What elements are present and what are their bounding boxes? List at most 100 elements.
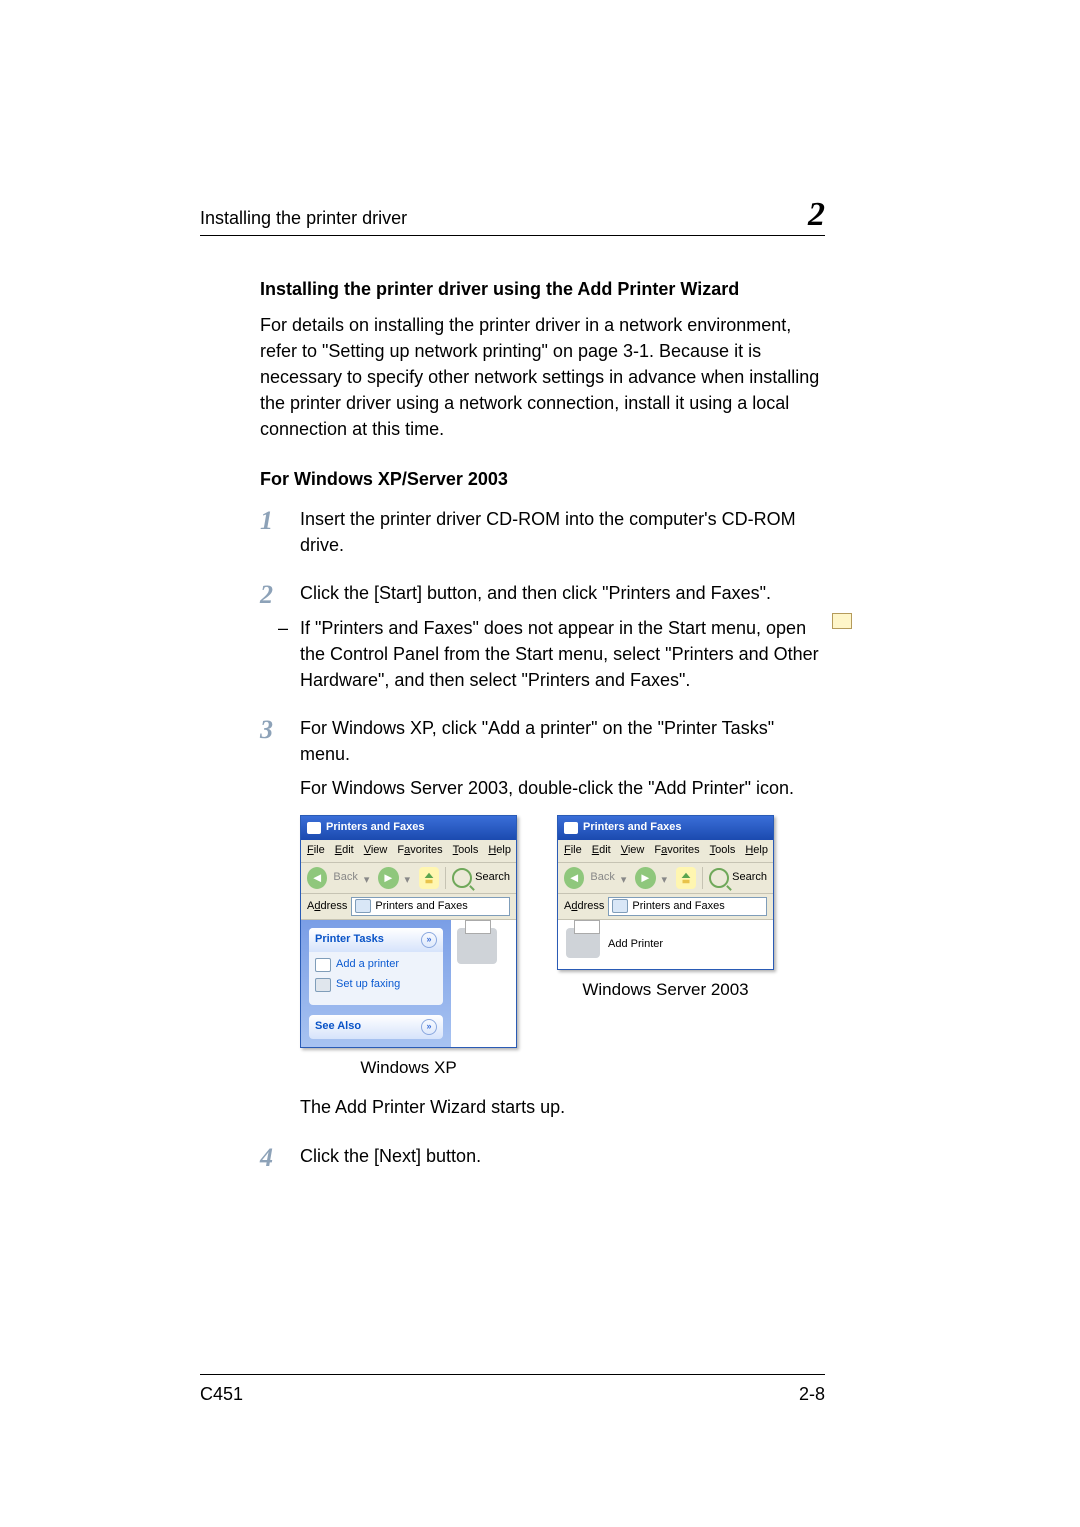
screenshot-caption: Windows Server 2003 bbox=[582, 978, 748, 1003]
see-also-header[interactable]: See Also » bbox=[309, 1015, 443, 1039]
separator bbox=[445, 867, 446, 889]
step-text-line1: For Windows XP, click "Add a printer" on… bbox=[300, 715, 825, 767]
address-bar: Address Printers and Faxes bbox=[558, 894, 773, 920]
dropdown-icon[interactable]: ▾ bbox=[364, 873, 372, 882]
step-text: Insert the printer driver CD-ROM into th… bbox=[300, 506, 825, 558]
expand-icon[interactable]: » bbox=[421, 1019, 437, 1035]
add-printer-link[interactable]: Add a printer bbox=[315, 957, 437, 973]
step-1: 1 Insert the printer driver CD-ROM into … bbox=[260, 506, 825, 566]
printer-icon bbox=[315, 958, 331, 972]
step-number: 3 bbox=[260, 717, 300, 743]
step-4: 4 Click the [Next] button. bbox=[260, 1143, 825, 1177]
setup-faxing-link[interactable]: Set up faxing bbox=[315, 977, 437, 993]
address-field[interactable]: Printers and Faxes bbox=[351, 897, 510, 916]
folder-icon bbox=[612, 899, 628, 913]
window-content: Add Printer bbox=[558, 920, 773, 969]
menu-bar: File Edit View Favorites Tools Help bbox=[558, 840, 773, 863]
tasks-pane: Printer Tasks » Add a printer bbox=[301, 920, 451, 1047]
menu-tools[interactable]: Tools bbox=[710, 843, 736, 859]
page-footer: C451 2-8 bbox=[200, 1374, 825, 1407]
search-button[interactable]: Search bbox=[709, 868, 767, 888]
see-also-box: See Also » bbox=[309, 1015, 443, 1039]
menu-view[interactable]: View bbox=[621, 843, 645, 859]
toolbar: ◄ Back ▾ ► ▾ Search bbox=[301, 863, 516, 894]
step-number: 1 bbox=[260, 508, 300, 534]
collapse-icon[interactable]: » bbox=[421, 932, 437, 948]
menu-edit[interactable]: Edit bbox=[335, 843, 354, 859]
add-printer-item[interactable]: Add Printer bbox=[566, 928, 663, 961]
screenshot-caption: Windows XP bbox=[360, 1056, 456, 1081]
step-text-line2: For Windows Server 2003, double-click th… bbox=[300, 775, 825, 801]
back-label[interactable]: Back bbox=[333, 870, 357, 886]
toolbar: ◄ Back ▾ ► ▾ Search bbox=[558, 863, 773, 894]
footer-page: 2-8 bbox=[799, 1381, 825, 1407]
printer-tasks-header[interactable]: Printer Tasks » bbox=[309, 928, 443, 952]
separator bbox=[702, 867, 703, 889]
step-text: Click the [Start] button, and then click… bbox=[300, 580, 825, 606]
forward-icon[interactable]: ► bbox=[378, 867, 398, 889]
menu-favorites[interactable]: Favorites bbox=[654, 843, 699, 859]
search-button[interactable]: Search bbox=[452, 868, 510, 888]
printer-icon bbox=[307, 822, 321, 834]
step-3: 3 For Windows XP, click "Add a printer" … bbox=[260, 715, 825, 1129]
back-label[interactable]: Back bbox=[590, 870, 614, 886]
folders-icon[interactable] bbox=[832, 613, 852, 629]
main-pane bbox=[451, 920, 516, 996]
address-bar: Address Printers and Faxes bbox=[301, 894, 516, 920]
xp-titlebar: Printers and Faxes bbox=[301, 816, 516, 840]
printer-tasks-box: Printer Tasks » Add a printer bbox=[309, 928, 443, 1005]
step-2: 2 Click the [Start] button, and then cli… bbox=[260, 580, 825, 700]
menu-file[interactable]: File bbox=[564, 843, 582, 859]
step-number: 2 bbox=[260, 582, 300, 608]
address-value: Printers and Faxes bbox=[632, 899, 724, 915]
fax-icon bbox=[315, 978, 331, 992]
step-note: –If "Printers and Faxes" does not appear… bbox=[300, 615, 825, 693]
up-icon[interactable] bbox=[676, 867, 696, 889]
intro-paragraph: For details on installing the printer dr… bbox=[260, 312, 825, 442]
step-note-text: If "Printers and Faxes" does not appear … bbox=[300, 618, 819, 690]
step-after-text: The Add Printer Wizard starts up. bbox=[300, 1094, 825, 1120]
printer-icon bbox=[566, 928, 600, 958]
footer-model: C451 bbox=[200, 1381, 243, 1407]
address-value: Printers and Faxes bbox=[375, 899, 467, 915]
menu-help[interactable]: Help bbox=[488, 843, 511, 859]
dropdown-icon[interactable]: ▾ bbox=[621, 873, 629, 882]
header-title: Installing the printer driver bbox=[200, 205, 407, 231]
search-label: Search bbox=[475, 870, 510, 886]
dropdown-icon[interactable]: ▾ bbox=[405, 873, 413, 882]
folder-icon bbox=[355, 899, 371, 913]
see-also-label: See Also bbox=[315, 1019, 361, 1035]
subsection-title: For Windows XP/Server 2003 bbox=[260, 466, 825, 492]
dropdown-icon[interactable]: ▾ bbox=[662, 873, 670, 882]
printer-icon[interactable] bbox=[457, 928, 497, 964]
window-title: Printers and Faxes bbox=[583, 820, 681, 836]
menu-favorites[interactable]: Favorites bbox=[397, 843, 442, 859]
menu-tools[interactable]: Tools bbox=[453, 843, 479, 859]
forward-icon[interactable]: ► bbox=[635, 867, 655, 889]
screenshot-row: Printers and Faxes File Edit View Favori… bbox=[300, 815, 825, 1080]
address-field[interactable]: Printers and Faxes bbox=[608, 897, 767, 916]
setup-faxing-label: Set up faxing bbox=[336, 977, 400, 993]
up-icon[interactable] bbox=[419, 867, 439, 889]
step-number: 4 bbox=[260, 1145, 300, 1171]
window-title: Printers and Faxes bbox=[326, 820, 424, 836]
menu-view[interactable]: View bbox=[364, 843, 388, 859]
add-printer-label: Add a printer bbox=[336, 957, 399, 973]
back-icon[interactable]: ◄ bbox=[307, 867, 327, 889]
window-content: Printer Tasks » Add a printer bbox=[301, 920, 516, 1047]
steps-list: 1 Insert the printer driver CD-ROM into … bbox=[260, 506, 825, 1176]
menu-bar: File Edit View Favorites Tools Help bbox=[301, 840, 516, 863]
menu-file[interactable]: File bbox=[307, 843, 325, 859]
back-icon[interactable]: ◄ bbox=[564, 867, 584, 889]
search-label: Search bbox=[732, 870, 767, 886]
add-printer-label: Add Printer bbox=[608, 937, 663, 953]
menu-edit[interactable]: Edit bbox=[592, 843, 611, 859]
page-header: Installing the printer driver 2 bbox=[200, 200, 825, 236]
screenshot-xp: Printers and Faxes File Edit View Favori… bbox=[300, 815, 517, 1080]
section-title: Installing the printer driver using the … bbox=[260, 276, 825, 302]
srv-titlebar: Printers and Faxes bbox=[558, 816, 773, 840]
menu-help[interactable]: Help bbox=[745, 843, 768, 859]
search-icon bbox=[709, 868, 729, 888]
address-label: Address bbox=[307, 899, 347, 915]
chapter-number: 2 bbox=[808, 200, 825, 231]
